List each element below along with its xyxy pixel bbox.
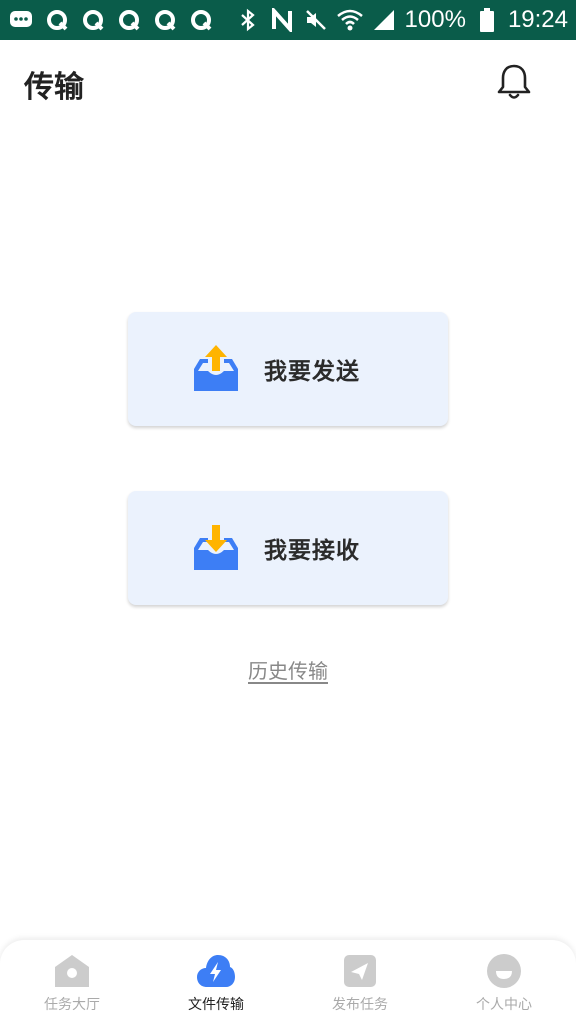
q-app-icon xyxy=(116,7,142,33)
nfc-icon xyxy=(269,7,295,33)
q-app-icon xyxy=(44,7,70,33)
nav-item-file-transfer[interactable]: 文件传输 xyxy=(144,940,288,1024)
q-app-icon xyxy=(188,7,214,33)
send-button[interactable]: 我要发送 xyxy=(128,312,448,426)
transfer-icon xyxy=(197,952,235,990)
battery-percent: 100% xyxy=(404,6,466,33)
chat-icon xyxy=(8,7,34,33)
bell-icon xyxy=(497,63,531,105)
battery-icon xyxy=(474,7,500,33)
nav-label: 发布任务 xyxy=(332,997,388,1013)
nav-label: 文件传输 xyxy=(188,997,244,1013)
bluetooth-icon xyxy=(235,7,261,33)
status-bar: 100% 19:24 xyxy=(0,0,576,40)
history-link-row: 历史传输 xyxy=(0,655,576,684)
q-app-icon xyxy=(80,7,106,33)
profile-icon xyxy=(485,952,523,990)
nav-item-profile[interactable]: 个人中心 xyxy=(432,940,576,1024)
send-label: 我要发送 xyxy=(264,359,360,385)
nav-item-task-hall[interactable]: 任务大厅 xyxy=(0,940,144,1024)
status-bar-right: 100% 19:24 xyxy=(235,6,568,34)
nav-label: 个人中心 xyxy=(476,997,532,1013)
q-app-icon xyxy=(152,7,178,33)
home-icon xyxy=(53,952,91,990)
wifi-icon xyxy=(336,7,363,33)
header: 传输 xyxy=(0,40,576,128)
status-bar-left xyxy=(8,7,214,33)
signal-icon xyxy=(371,7,397,33)
bottom-nav: 任务大厅 文件传输 发布任务 个人中心 xyxy=(0,940,576,1024)
publish-icon xyxy=(341,952,379,990)
history-link[interactable]: 历史传输 xyxy=(248,659,328,683)
upload-tray-icon xyxy=(190,343,242,395)
notifications-button[interactable] xyxy=(494,64,534,104)
mute-icon xyxy=(303,7,329,33)
clock: 19:24 xyxy=(507,6,568,33)
page-title: 传输 xyxy=(24,70,84,105)
nav-item-publish-task[interactable]: 发布任务 xyxy=(288,940,432,1024)
download-tray-icon xyxy=(190,522,242,574)
receive-button[interactable]: 我要接收 xyxy=(128,491,448,605)
nav-label: 任务大厅 xyxy=(44,997,100,1013)
receive-label: 我要接收 xyxy=(264,538,360,564)
